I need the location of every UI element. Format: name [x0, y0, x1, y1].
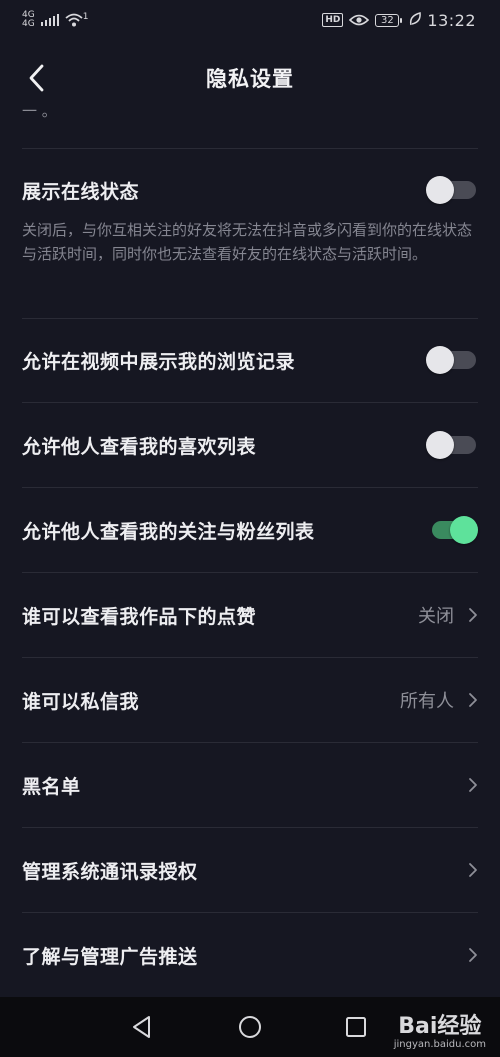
clock: 13:22 [427, 10, 476, 30]
browse-history-row: 允许在视频中展示我的浏览记录 [0, 318, 500, 402]
likes-list-label: 允许他人查看我的喜欢列表 [22, 435, 257, 458]
wifi-icon: 1 [65, 12, 89, 27]
status-right: HD 32 13:22 [322, 11, 476, 30]
nav-home-button[interactable] [234, 1011, 266, 1043]
network-type-indicator: 4G 4G [22, 11, 35, 29]
triangle-back-icon [133, 1016, 150, 1038]
nav-back-button[interactable] [126, 1011, 158, 1043]
circle-home-icon [239, 1016, 261, 1038]
watermark-main: Bai经验 [398, 1014, 482, 1039]
browse-history-label: 允许在视频中展示我的浏览记录 [22, 350, 296, 373]
eye-comfort-icon [349, 11, 370, 30]
square-recents-icon [346, 1017, 366, 1037]
page-title: 隐私设置 [206, 67, 294, 91]
likes-list-toggle[interactable] [426, 431, 478, 459]
online-status-toggle[interactable] [426, 176, 478, 204]
blacklist-row[interactable]: 黑名单 [0, 743, 500, 827]
online-status-label: 展示在线状态 [22, 180, 140, 203]
chevron-right-icon [468, 777, 478, 793]
likes-visibility-row[interactable]: 谁可以查看我作品下的点赞 关闭 [0, 573, 500, 657]
contacts-auth-label: 管理系统通讯录授权 [22, 860, 198, 883]
signal-icon [40, 14, 59, 26]
likes-visibility-label: 谁可以查看我作品下的点赞 [22, 605, 257, 628]
ad-push-label: 了解与管理广告推送 [22, 945, 198, 968]
blacklist-label: 黑名单 [22, 775, 81, 798]
chevron-right-icon [468, 607, 478, 623]
battery-icon: 32 [375, 13, 403, 27]
scrolled-text-fragment: 一 。 [22, 104, 57, 118]
follow-fans-list-label: 允许他人查看我的关注与粉丝列表 [22, 520, 315, 543]
watermark-sub: jingyan.baidu.com [393, 1039, 486, 1050]
wifi-badge: 1 [82, 12, 89, 22]
hd-badge: HD [322, 13, 344, 27]
likes-visibility-value: 关闭 [418, 606, 454, 627]
direct-message-label: 谁可以私信我 [22, 690, 140, 713]
system-nav-bar: Bai经验 jingyan.baidu.com [0, 997, 500, 1057]
app-header: 隐私设置 [0, 40, 500, 116]
baidu-watermark: Bai经验 jingyan.baidu.com [394, 1015, 486, 1051]
network-sub: 4G [22, 19, 35, 29]
likes-list-row: 允许他人查看我的喜欢列表 [0, 403, 500, 487]
follow-fans-list-row: 允许他人查看我的关注与粉丝列表 [0, 488, 500, 572]
chevron-right-icon [468, 692, 478, 708]
chevron-right-icon [468, 862, 478, 878]
status-left: 4G 4G 1 [22, 11, 88, 29]
ad-push-row[interactable]: 了解与管理广告推送 [0, 913, 500, 997]
contacts-auth-row[interactable]: 管理系统通讯录授权 [0, 828, 500, 912]
back-arrow-icon [29, 64, 44, 92]
chevron-right-icon [468, 947, 478, 963]
back-button[interactable] [18, 58, 54, 98]
browse-history-toggle[interactable] [426, 346, 478, 374]
direct-message-row[interactable]: 谁可以私信我 所有人 [0, 658, 500, 742]
privacy-settings-screen: 4G 4G 1 HD 32 13:22 隐私设置 一 。 展示在线状态 关闭后，… [0, 0, 500, 1057]
direct-message-value: 所有人 [400, 691, 454, 712]
leaf-icon [409, 11, 422, 30]
online-status-description: 关闭后，与你互相关注的好友将无法在抖音或多闪看到你的在线状态与活跃时间，同时你也… [22, 221, 473, 263]
follow-fans-list-toggle[interactable] [426, 516, 478, 544]
status-bar: 4G 4G 1 HD 32 13:22 [0, 0, 500, 40]
nav-recents-button[interactable] [340, 1011, 372, 1043]
